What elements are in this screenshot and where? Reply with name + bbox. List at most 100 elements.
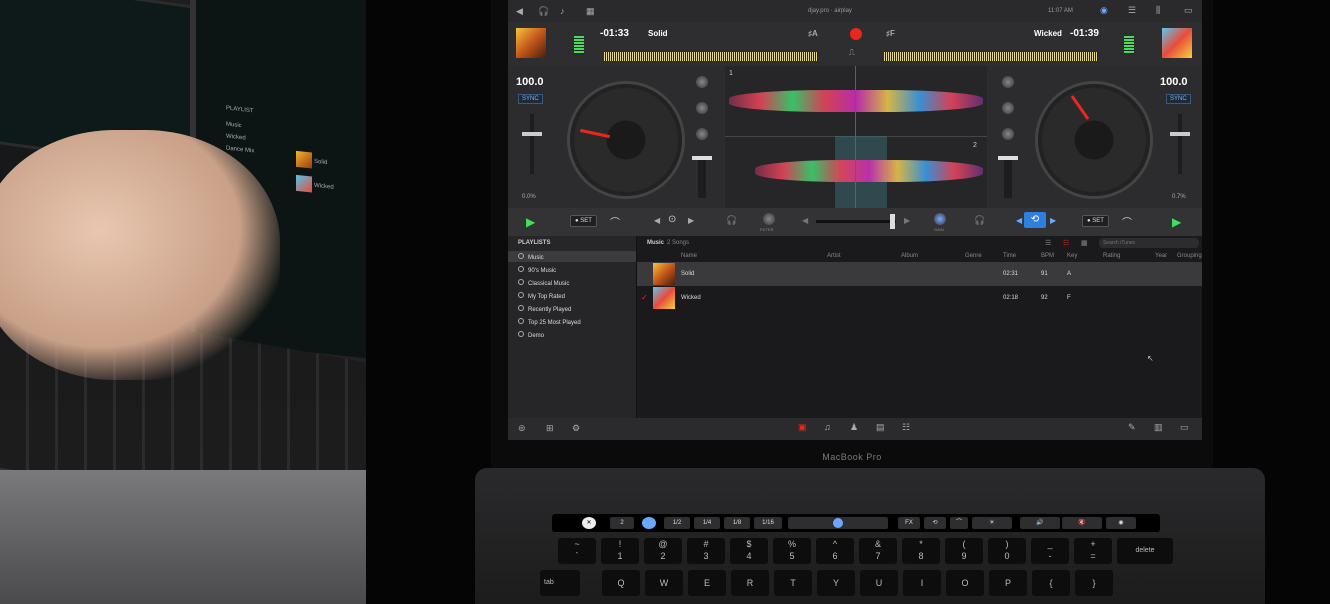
grid-view-icon[interactable]: ▦ — [1081, 239, 1088, 247]
key[interactable]: + = — [1074, 538, 1112, 564]
col-genre[interactable]: Genre — [965, 253, 982, 259]
mute-icon[interactable]: 🔇 — [1062, 517, 1102, 529]
key-u[interactable]: U — [860, 570, 898, 596]
key[interactable]: ) 0 — [988, 538, 1026, 564]
record-icon[interactable]: ◉ — [1100, 5, 1108, 16]
deck-a-set-cue-button[interactable]: ● SET — [570, 215, 597, 227]
loop-2-button[interactable]: 2 — [610, 517, 634, 529]
volume-icon[interactable]: 🔊 — [1020, 517, 1060, 529]
deck-a-loop-icon[interactable]: ⊙ — [668, 214, 676, 225]
deck-a-eq-high-knob[interactable] — [696, 76, 708, 88]
deck-a-arc-icon[interactable]: ⌒ — [610, 214, 620, 229]
deck-b-set-cue-button[interactable]: ● SET — [1082, 215, 1109, 227]
table-row[interactable]: Solid 02:31 91 A — [637, 262, 1202, 286]
key-t[interactable]: T — [774, 570, 812, 596]
deck-a-bpm[interactable]: 100.0 — [516, 76, 544, 88]
crossfader[interactable] — [816, 214, 896, 229]
deck-a-loop-next-icon[interactable]: ▶ — [688, 216, 694, 225]
key-p[interactable]: P — [989, 570, 1027, 596]
col-year[interactable]: Year — [1155, 253, 1167, 259]
playlist-demo[interactable]: Demo — [518, 331, 544, 339]
deck-a-turntable[interactable] — [570, 84, 682, 196]
deck-b-turntable[interactable] — [1038, 84, 1150, 196]
key[interactable]: ! 1 — [601, 538, 639, 564]
key[interactable]: ~ ` — [558, 538, 596, 564]
key-e[interactable]: E — [688, 570, 726, 596]
deck-b-loop-active-icon[interactable]: ⟲ — [1024, 212, 1046, 228]
deck-b-sync-button[interactable]: SYNC — [1166, 94, 1191, 104]
history-icon[interactable]: ☷ — [902, 422, 910, 433]
key-brace-right[interactable]: } — [1075, 570, 1113, 596]
pen-icon[interactable]: ✎ — [1128, 422, 1136, 433]
crossfader-slider[interactable] — [788, 517, 888, 529]
crossfader-right-icon[interactable]: ▶ — [904, 216, 910, 225]
deck-a-overview-waveform[interactable] — [604, 52, 818, 61]
deck-b-overview-waveform[interactable] — [884, 52, 1098, 61]
deck-a-eq-low-knob[interactable] — [696, 128, 708, 140]
loop-knob-icon[interactable] — [642, 517, 656, 529]
list-icon[interactable]: ☰ — [1128, 5, 1136, 16]
deck-a-volume-fader[interactable] — [692, 156, 712, 198]
playlist-recently-played[interactable]: Recently Played — [518, 305, 571, 313]
mixer-icon[interactable]: ⎍ — [849, 48, 855, 58]
deck-b-loop-prev-icon[interactable]: ◀ — [1016, 216, 1022, 225]
loop-quarter-button[interactable]: 1/4 — [694, 517, 720, 529]
playlist-top-rated[interactable]: My Top Rated — [518, 292, 565, 300]
folder-icon[interactable]: ▤ — [876, 422, 885, 433]
playlist-music[interactable]: Music — [518, 253, 544, 261]
loop-icon[interactable]: ⟲ — [924, 517, 946, 529]
headphones-icon[interactable]: 🎧 — [538, 6, 549, 17]
playlist-classical[interactable]: Classical Music — [518, 279, 569, 287]
key-w[interactable]: W — [645, 570, 683, 596]
sync-services-icon[interactable]: ⊜ — [518, 423, 526, 434]
key-brace-left[interactable]: { — [1032, 570, 1070, 596]
user-icon[interactable]: ♟ — [850, 422, 858, 433]
itunes-source-icon[interactable]: ▣ — [798, 422, 807, 433]
deck-b-cue-headphones-icon[interactable]: 🎧 — [974, 215, 985, 226]
deck-b-play-button[interactable]: ▶ — [1172, 215, 1181, 229]
arc-icon[interactable]: ⌒ — [950, 517, 968, 529]
siri-icon[interactable]: ◉ — [1106, 517, 1136, 529]
deck-b-eq-mid-knob[interactable] — [1002, 102, 1014, 114]
gain-knob[interactable] — [934, 213, 946, 225]
record-button-icon[interactable] — [850, 28, 862, 40]
deck-a-pitch-slider[interactable] — [522, 114, 542, 174]
key-r[interactable]: R — [731, 570, 769, 596]
deck-b-volume-fader[interactable] — [998, 156, 1018, 198]
close-icon[interactable]: ✕ — [582, 517, 596, 529]
list-view-icon[interactable]: ☰ — [1045, 239, 1051, 247]
add-icon[interactable]: ⊞ — [546, 423, 554, 434]
sidebar-icon[interactable]: ▥ — [1154, 422, 1163, 433]
deck-b-loop-next-icon[interactable]: ▶ — [1050, 216, 1056, 225]
filter-knob[interactable] — [763, 213, 775, 225]
key[interactable]: #3 — [687, 538, 725, 564]
deck-a-waveform[interactable] — [729, 90, 983, 112]
col-bpm[interactable]: BPM — [1041, 253, 1054, 259]
deck-a-cue-headphones-icon[interactable]: 🎧 — [726, 215, 737, 226]
table-row[interactable]: ✓ Wicked 02:18 92 F — [637, 286, 1202, 310]
key[interactable]: * 8 — [902, 538, 940, 564]
deck-b-arc-icon[interactable]: ⌒ — [1122, 214, 1132, 229]
deck-b-pitch-slider[interactable] — [1170, 114, 1190, 174]
key[interactable]: $4 — [730, 538, 768, 564]
fx-button[interactable]: FX — [898, 517, 920, 529]
window-icon[interactable]: ▭ — [1184, 5, 1193, 16]
crossfader-left-icon[interactable]: ◀ — [802, 216, 808, 225]
deck-a-loop-prev-icon[interactable]: ◀ — [654, 216, 660, 225]
deck-b-eq-high-knob[interactable] — [1002, 76, 1014, 88]
bars-icon[interactable]: ⫼ — [1156, 5, 1160, 16]
deck-b-bpm[interactable]: 100.0 — [1160, 76, 1188, 88]
deck-a-eq-mid-knob[interactable] — [696, 102, 708, 114]
deck-a-play-button[interactable]: ▶ — [526, 215, 535, 229]
playlist-90s-music[interactable]: 90's Music — [518, 266, 556, 274]
speaker-icon[interactable]: ◀ — [516, 6, 523, 17]
deck-a-sync-button[interactable]: SYNC — [518, 94, 543, 104]
music-note-icon[interactable]: ♫ — [824, 422, 831, 432]
delete-key[interactable]: delete — [1117, 538, 1173, 564]
breadcrumb[interactable]: Music — [647, 240, 664, 246]
col-key[interactable]: Key — [1067, 253, 1077, 259]
col-album[interactable]: Album — [901, 253, 918, 259]
loop-sixteenth-button[interactable]: 1/16 — [754, 517, 782, 529]
waveform-view-icon[interactable]: ☷ — [1063, 239, 1069, 247]
grid-icon[interactable]: ▦ — [586, 6, 595, 17]
